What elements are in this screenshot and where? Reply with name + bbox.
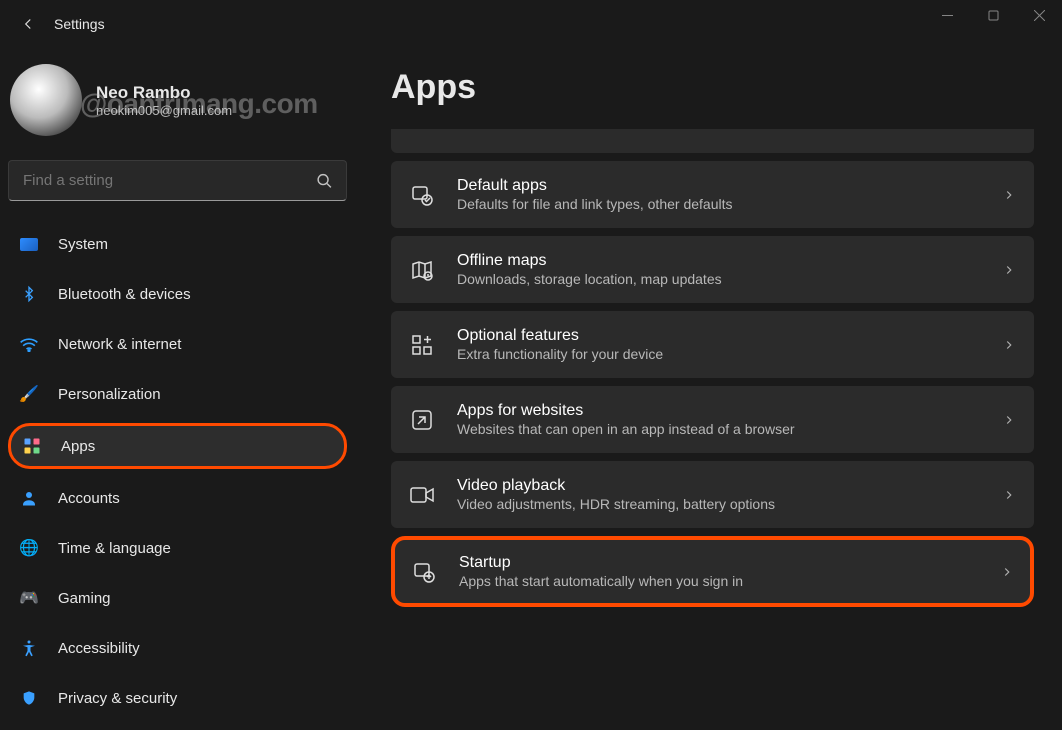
chevron-right-icon: [1002, 413, 1016, 427]
sidebar-item-system[interactable]: System: [8, 223, 347, 265]
sidebar-item-bluetooth[interactable]: Bluetooth & devices: [8, 273, 347, 315]
user-block[interactable]: Neo Rambo neokim005@gmail.com @oantriman…: [8, 60, 347, 160]
card-apps-for-websites[interactable]: Apps for websites Websites that can open…: [391, 386, 1034, 453]
close-button[interactable]: [1016, 0, 1062, 30]
sidebar-item-personalization[interactable]: 🖌️ Personalization: [8, 373, 347, 415]
default-apps-icon: [409, 182, 435, 208]
person-icon: [18, 487, 40, 509]
grid-plus-icon: [409, 332, 435, 358]
brush-icon: 🖌️: [18, 383, 40, 405]
sidebar-item-accounts[interactable]: Accounts: [8, 477, 347, 519]
card-title: Optional features: [457, 327, 1002, 345]
sidebar-nav: System Bluetooth & devices Network & int…: [8, 223, 347, 719]
sidebar-item-label: System: [58, 236, 108, 253]
card-default-apps[interactable]: Default apps Defaults for file and link …: [391, 161, 1034, 228]
chevron-right-icon: [1002, 188, 1016, 202]
card-offline-maps[interactable]: Offline maps Downloads, storage location…: [391, 236, 1034, 303]
arrow-left-icon: [19, 15, 37, 33]
main-content: Apps Default apps Defaults for file and …: [355, 48, 1062, 730]
window-title: Settings: [54, 16, 105, 32]
app-link-icon: [409, 407, 435, 433]
card-video-playback[interactable]: Video playback Video adjustments, HDR st…: [391, 461, 1034, 528]
sidebar-item-label: Apps: [61, 438, 95, 455]
avatar: [10, 64, 82, 136]
card-subtitle: Websites that can open in an app instead…: [457, 421, 1002, 437]
sidebar-item-label: Accessibility: [58, 640, 140, 657]
sidebar-item-label: Bluetooth & devices: [58, 286, 191, 303]
titlebar: Settings: [0, 0, 1062, 48]
card-title: Default apps: [457, 177, 1002, 195]
globe-clock-icon: 🌐: [18, 537, 40, 559]
card-startup[interactable]: Startup Apps that start automatically wh…: [391, 536, 1034, 607]
card-subtitle: Downloads, storage location, map updates: [457, 271, 1002, 287]
back-button[interactable]: [8, 4, 48, 44]
window-controls: [924, 0, 1062, 30]
system-icon: [18, 233, 40, 255]
sidebar-item-gaming[interactable]: 🎮 Gaming: [8, 577, 347, 619]
user-email: neokim005@gmail.com: [96, 103, 232, 118]
chevron-right-icon: [1002, 338, 1016, 352]
sidebar-item-privacy[interactable]: Privacy & security: [8, 677, 347, 719]
search-input[interactable]: [8, 160, 347, 201]
chevron-right-icon: [1002, 488, 1016, 502]
shield-icon: [18, 687, 40, 709]
chevron-right-icon: [1002, 263, 1016, 277]
apps-icon: [21, 435, 43, 457]
card-title: Startup: [459, 554, 1000, 572]
wifi-icon: [18, 333, 40, 355]
close-icon: [1034, 10, 1045, 21]
settings-cards: Default apps Defaults for file and link …: [391, 129, 1042, 607]
sidebar-item-label: Network & internet: [58, 336, 181, 353]
card-subtitle: Extra functionality for your device: [457, 346, 1002, 362]
maximize-icon: [988, 10, 999, 21]
sidebar-item-time-language[interactable]: 🌐 Time & language: [8, 527, 347, 569]
card-title: Video playback: [457, 477, 1002, 495]
sidebar-item-label: Gaming: [58, 590, 111, 607]
card-title: Apps for websites: [457, 402, 1002, 420]
chevron-right-icon: [1000, 565, 1014, 579]
startup-icon: [411, 559, 437, 585]
minimize-button[interactable]: [924, 0, 970, 30]
video-icon: [409, 482, 435, 508]
page-title: Apps: [391, 68, 1042, 107]
maximize-button[interactable]: [970, 0, 1016, 30]
search-wrap: [8, 160, 347, 201]
minimize-icon: [942, 10, 953, 21]
partial-card-top[interactable]: [391, 129, 1034, 153]
sidebar-item-network[interactable]: Network & internet: [8, 323, 347, 365]
card-optional-features[interactable]: Optional features Extra functionality fo…: [391, 311, 1034, 378]
sidebar-item-label: Time & language: [58, 540, 171, 557]
gamepad-icon: 🎮: [18, 587, 40, 609]
accessibility-icon: [18, 637, 40, 659]
card-subtitle: Defaults for file and link types, other …: [457, 196, 1002, 212]
card-subtitle: Video adjustments, HDR streaming, batter…: [457, 496, 1002, 512]
sidebar: Neo Rambo neokim005@gmail.com @oantriman…: [0, 48, 355, 730]
map-icon: [409, 257, 435, 283]
card-title: Offline maps: [457, 252, 1002, 270]
sidebar-item-label: Privacy & security: [58, 690, 177, 707]
sidebar-item-apps[interactable]: Apps: [8, 423, 347, 469]
search-icon: [316, 172, 333, 189]
card-subtitle: Apps that start automatically when you s…: [459, 573, 1000, 589]
sidebar-item-accessibility[interactable]: Accessibility: [8, 627, 347, 669]
sidebar-item-label: Accounts: [58, 490, 120, 507]
sidebar-item-label: Personalization: [58, 386, 161, 403]
user-name: Neo Rambo: [96, 83, 232, 103]
bluetooth-icon: [18, 283, 40, 305]
